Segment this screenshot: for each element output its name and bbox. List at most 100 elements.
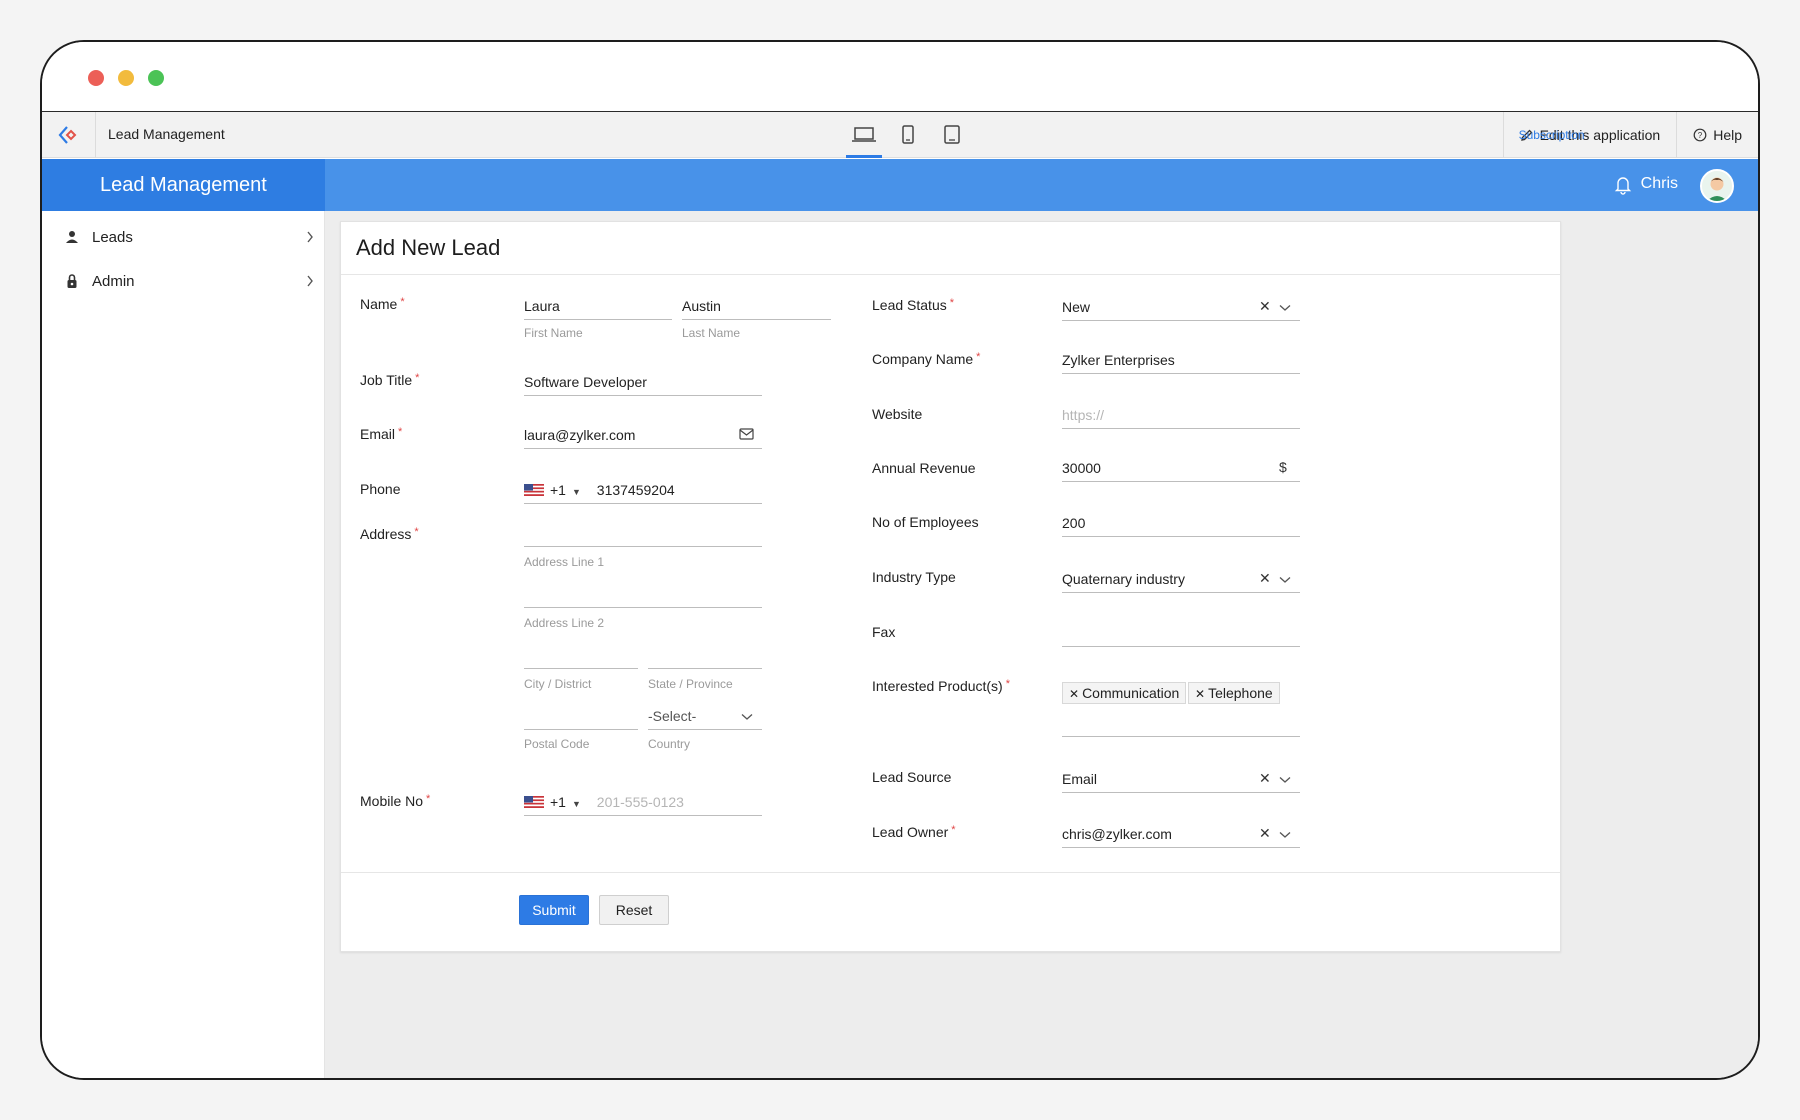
svg-text:?: ? bbox=[1698, 131, 1703, 140]
close-window-button[interactable] bbox=[88, 70, 104, 86]
phone-field: +1 ▼ 3137459204 bbox=[524, 480, 762, 504]
phone-code: +1 bbox=[550, 482, 566, 498]
first-name-input[interactable]: Laura bbox=[524, 296, 672, 320]
caret-down-icon: ▼ bbox=[571, 487, 581, 497]
avatar[interactable] bbox=[1700, 169, 1734, 203]
mobile-country-selector[interactable]: +1 ▼ bbox=[524, 794, 597, 810]
last-name-caption: Last Name bbox=[682, 326, 741, 340]
chevron-down-icon[interactable] bbox=[1279, 831, 1291, 839]
employees-label: No of Employees bbox=[872, 514, 979, 530]
remove-tag-icon[interactable]: ✕ bbox=[1069, 687, 1079, 701]
person-icon bbox=[66, 231, 78, 243]
product-tag-telephone[interactable]: ✕ Telephone bbox=[1188, 682, 1280, 704]
maximize-window-button[interactable] bbox=[148, 70, 164, 86]
lock-icon bbox=[67, 274, 77, 288]
job-title-input[interactable]: Software Developer bbox=[524, 372, 762, 396]
address-line1-caption: Address Line 1 bbox=[524, 555, 605, 569]
mobile-label: Mobile No * bbox=[360, 793, 431, 809]
mail-icon bbox=[739, 428, 754, 440]
sidebar-item-admin[interactable]: Admin bbox=[42, 259, 324, 303]
lead-source-label: Lead Source bbox=[872, 769, 952, 785]
sidebar-item-leads[interactable]: Leads bbox=[42, 215, 324, 259]
mobile-code: +1 bbox=[550, 794, 566, 810]
email-label: Email * bbox=[360, 426, 403, 442]
app-toolbar: Lead Management Subscription Edit this a… bbox=[42, 112, 1758, 158]
fax-label: Fax bbox=[872, 624, 896, 640]
us-flag-icon bbox=[524, 484, 544, 497]
annual-revenue-label: Annual Revenue bbox=[872, 460, 976, 476]
lead-owner-label: Lead Owner * bbox=[872, 824, 956, 840]
help-label: Help bbox=[1713, 127, 1742, 143]
mobile-field: +1 ▼ 201-555-0123 bbox=[524, 792, 762, 816]
app-window: Lead Management Subscription Edit this a… bbox=[40, 40, 1760, 1080]
toolbar-actions: Subscription Edit this application ? Hel… bbox=[1502, 112, 1758, 158]
address-line1-input[interactable] bbox=[524, 523, 762, 547]
clear-icon[interactable]: ✕ bbox=[1259, 825, 1271, 842]
chevron-right-icon bbox=[307, 275, 313, 287]
industry-type-label: Industry Type bbox=[872, 569, 956, 585]
lead-status-label: Lead Status * bbox=[872, 297, 955, 313]
phone-country-selector[interactable]: +1 ▼ bbox=[524, 482, 597, 498]
country-caption: Country bbox=[648, 737, 691, 751]
help-button[interactable]: ? Help bbox=[1676, 112, 1758, 158]
fax-input[interactable] bbox=[1062, 623, 1300, 647]
subscription-link[interactable]: Subscription bbox=[1503, 112, 1603, 158]
device-preview-switcher bbox=[842, 112, 974, 158]
email-input[interactable]: laura@zylker.com bbox=[524, 425, 762, 449]
currency-symbol: $ bbox=[1279, 459, 1287, 475]
product-tag-communication[interactable]: ✕ Communication bbox=[1062, 682, 1187, 704]
window-titlebar bbox=[42, 42, 1758, 112]
clear-icon[interactable]: ✕ bbox=[1259, 570, 1271, 587]
caret-down-icon: ▼ bbox=[571, 799, 581, 809]
state-input[interactable] bbox=[648, 645, 762, 669]
products-label: Interested Product(s) * bbox=[872, 678, 1011, 694]
chevron-down-icon[interactable] bbox=[1279, 776, 1291, 784]
help-icon: ? bbox=[1693, 128, 1707, 142]
clear-icon[interactable]: ✕ bbox=[1259, 298, 1271, 315]
mobile-view-icon[interactable] bbox=[886, 112, 930, 158]
mobile-input[interactable]: 201-555-0123 bbox=[597, 794, 684, 810]
phone-label: Phone bbox=[360, 481, 401, 497]
app-logo-icon[interactable] bbox=[42, 112, 96, 158]
job-title-label: Job Title * bbox=[360, 372, 420, 388]
desktop-view-icon[interactable] bbox=[842, 112, 886, 158]
page-title: Add New Lead bbox=[356, 235, 501, 260]
name-label: Name * bbox=[360, 296, 405, 312]
state-caption: State / Province bbox=[648, 677, 733, 691]
tablet-view-icon[interactable] bbox=[930, 112, 974, 158]
address-line2-input[interactable] bbox=[524, 584, 762, 608]
user-name[interactable]: Chris bbox=[1641, 175, 1678, 193]
website-input[interactable]: https:// bbox=[1062, 405, 1300, 429]
address-label: Address * bbox=[360, 526, 419, 542]
postal-code-input[interactable] bbox=[524, 706, 638, 730]
remove-tag-icon[interactable]: ✕ bbox=[1195, 687, 1205, 701]
clear-icon[interactable]: ✕ bbox=[1259, 770, 1271, 787]
phone-input[interactable]: 3137459204 bbox=[597, 482, 675, 498]
main-content: Add New Lead Name * Laura First Name Aust… bbox=[325, 211, 1758, 1078]
chevron-down-icon[interactable] bbox=[1279, 304, 1291, 312]
chevron-right-icon bbox=[307, 231, 313, 243]
city-input[interactable] bbox=[524, 645, 638, 669]
chevron-down-icon[interactable] bbox=[1279, 576, 1291, 584]
minimize-window-button[interactable] bbox=[118, 70, 134, 86]
reset-button[interactable]: Reset bbox=[599, 895, 669, 925]
us-flag-icon bbox=[524, 796, 544, 809]
city-caption: City / District bbox=[524, 677, 592, 691]
submit-button[interactable]: Submit bbox=[519, 895, 589, 925]
website-label: Website bbox=[872, 406, 923, 422]
address-line2-caption: Address Line 2 bbox=[524, 616, 605, 630]
employees-input[interactable]: 200 bbox=[1062, 513, 1300, 537]
add-lead-form: Add New Lead Name * Laura First Name Aust… bbox=[340, 221, 1561, 952]
sidebar-header: Lead Management bbox=[42, 159, 325, 211]
divider bbox=[341, 274, 1560, 275]
top-header-band: Chris bbox=[325, 159, 1758, 211]
first-name-caption: First Name bbox=[524, 326, 583, 340]
postal-code-caption: Postal Code bbox=[524, 737, 590, 751]
sidebar: Leads Admin bbox=[42, 211, 325, 1078]
annual-revenue-input[interactable]: 30000 bbox=[1062, 458, 1300, 482]
company-name-input[interactable]: Zylker Enterprises bbox=[1062, 350, 1300, 374]
sidebar-item-label: Admin bbox=[92, 272, 135, 290]
last-name-input[interactable]: Austin bbox=[682, 296, 831, 320]
chevron-down-icon bbox=[741, 714, 753, 720]
bell-icon[interactable] bbox=[1614, 175, 1632, 195]
